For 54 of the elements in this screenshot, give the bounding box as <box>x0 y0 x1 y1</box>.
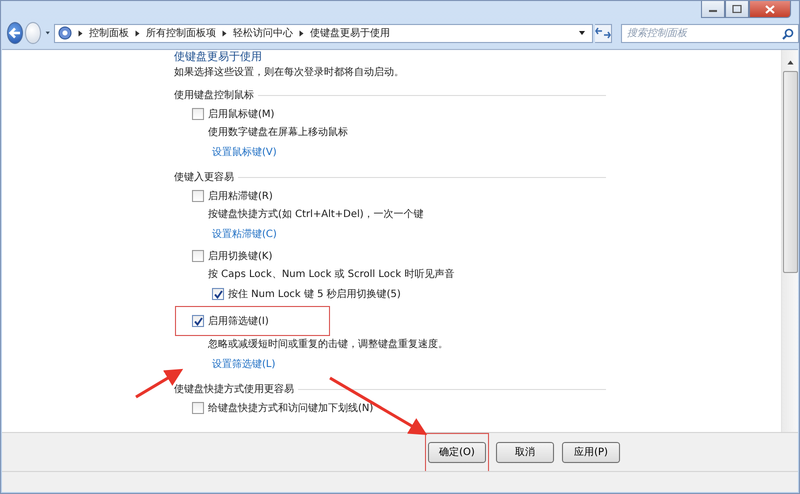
history-caret-icon[interactable] <box>44 30 50 36</box>
minimize-button[interactable] <box>701 1 725 18</box>
settings-link[interactable]: 设置筛选键(L) <box>212 357 276 373</box>
maximize-icon <box>732 5 742 13</box>
page-heading: 使键盘更易于使用 <box>174 50 262 63</box>
checkbox-label[interactable]: 按住 Num Lock 键 5 秒启用切换键(5) <box>228 287 401 301</box>
description-text: 使用数字键盘在屏幕上移动鼠标 <box>208 126 348 140</box>
description-text: 忽略或减缓短时间或重复的击键，调整键盘重复速度。 <box>208 338 448 352</box>
back-arrow-icon <box>8 26 22 40</box>
refresh-arrows-icon <box>595 27 611 39</box>
checkbox-label[interactable]: 启用鼠标键(M) <box>208 107 274 121</box>
settings-link[interactable]: 设置鼠标键(V) <box>212 145 277 161</box>
dialog-button[interactable]: 确定(O) <box>428 442 486 462</box>
section-title: 使键入更容易 <box>174 170 234 184</box>
checkbox-label[interactable]: 启用筛选键(I) <box>208 314 269 328</box>
scroll-up-icon[interactable] <box>786 60 794 65</box>
close-button[interactable] <box>749 1 791 18</box>
scrollbar[interactable] <box>781 50 798 432</box>
section-title: 使键盘快捷方式使用更容易 <box>174 382 294 396</box>
close-icon <box>765 4 775 14</box>
back-button[interactable] <box>7 22 23 44</box>
checked-checkbox-icon[interactable] <box>212 288 224 300</box>
description-text: 按 Caps Lock、Num Lock 或 Scroll Lock 时听见声音 <box>208 268 454 282</box>
checked-checkbox-icon[interactable] <box>192 315 204 327</box>
unchecked-checkbox-icon[interactable] <box>192 108 204 120</box>
section-title: 使用键盘控制鼠标 <box>174 88 254 102</box>
annotation-arrow <box>135 368 184 398</box>
chevron-icon[interactable] <box>135 30 140 36</box>
scroll-thumb[interactable] <box>782 71 798 273</box>
address-bar[interactable]: 控制面板 所有控制面板项 轻松访问中心 使键盘更易于使用 <box>54 24 593 42</box>
dialog-button[interactable]: 取消 <box>496 442 554 462</box>
checkbox-label[interactable]: 启用粘滞键(R) <box>208 189 273 203</box>
dialog-button[interactable]: 应用(P) <box>562 442 620 462</box>
intro-text: 如果选择这些设置，则在每次登录时都将自动启动。 <box>174 66 405 80</box>
search-icon <box>782 28 794 40</box>
dropdown-caret-icon[interactable] <box>578 30 586 36</box>
unchecked-checkbox-icon[interactable] <box>192 250 204 262</box>
description-text: 按键盘快捷方式(如 Ctrl+Alt+Del)，一次一个键 <box>208 208 424 222</box>
settings-link[interactable]: 设置粘滞键(C) <box>212 227 277 243</box>
chevron-icon[interactable] <box>299 30 304 36</box>
breadcrumb-item[interactable]: 所有控制面板项 <box>146 26 216 40</box>
chevron-icon[interactable] <box>222 30 227 36</box>
control-panel-icon <box>58 26 72 40</box>
unchecked-checkbox-icon[interactable] <box>192 402 204 414</box>
unchecked-checkbox-icon[interactable] <box>192 190 204 202</box>
checkbox-label[interactable]: 给键盘快捷方式和访问键加下划线(N) <box>208 401 374 415</box>
checkbox-label[interactable]: 启用切换键(K) <box>208 249 272 263</box>
maximize-button[interactable] <box>725 1 749 18</box>
chevron-icon[interactable] <box>78 30 83 36</box>
breadcrumb-item[interactable]: 控制面板 <box>89 26 129 40</box>
refresh-button[interactable] <box>595 24 612 42</box>
breadcrumb-item[interactable]: 使键盘更易于使用 <box>310 26 390 40</box>
breadcrumb-item[interactable]: 轻松访问中心 <box>233 26 293 40</box>
search-field[interactable]: 搜索控制面板 <box>621 24 799 42</box>
